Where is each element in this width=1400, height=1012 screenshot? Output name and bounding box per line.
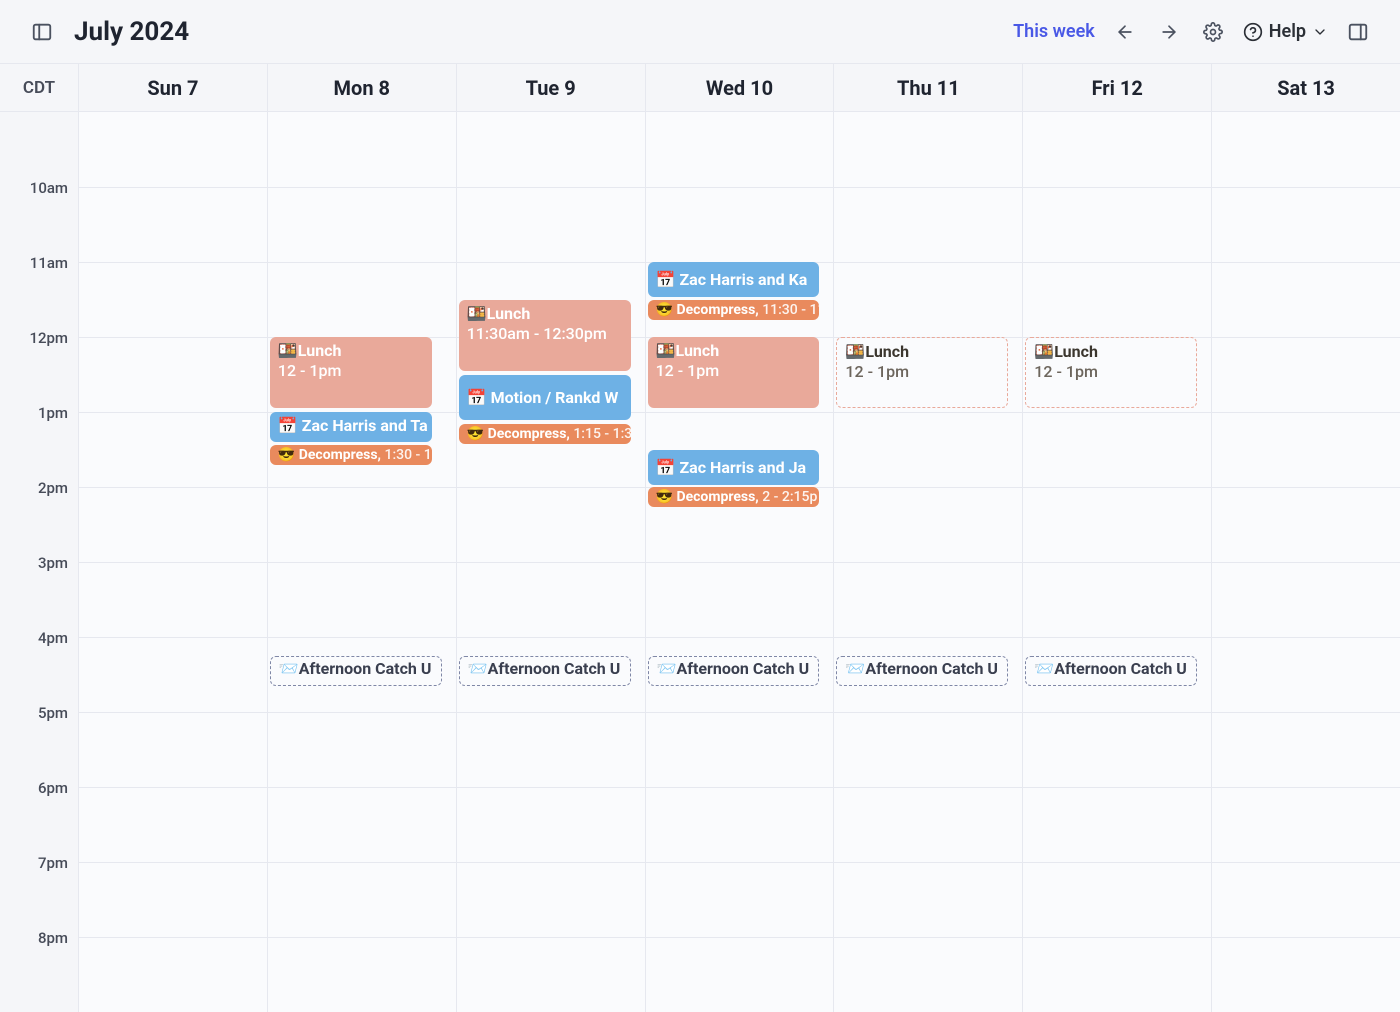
help-label: Help: [1269, 21, 1306, 42]
event-time: 12 - 1pm: [1034, 362, 1188, 382]
day-header-row: CDT Sun 7 Mon 8 Tue 9 Wed 10 Thu 11 Fri …: [0, 64, 1400, 112]
event-decompress-mon[interactable]: 😎 Decompress, 1:30 - 1:4: [270, 445, 432, 465]
panel-left-icon[interactable]: [28, 18, 56, 46]
event-lunch-fri[interactable]: 🍱Lunch 12 - 1pm: [1025, 337, 1197, 408]
event-title: 🍱Lunch: [278, 341, 424, 361]
day-header-mon[interactable]: Mon 8: [267, 64, 456, 111]
event-lunch-thu[interactable]: 🍱Lunch 12 - 1pm: [836, 337, 1008, 408]
event-time: 1:15 - 1:3: [573, 426, 630, 442]
event-title: 🍱Lunch: [845, 342, 999, 362]
hour-label: 6pm: [0, 778, 78, 853]
event-time: 12 - 1pm: [278, 361, 424, 381]
hour-label: [0, 103, 78, 178]
app-header: July 2024 This week Help: [0, 0, 1400, 64]
this-week-button[interactable]: This week: [1013, 21, 1095, 42]
help-button[interactable]: Help: [1243, 21, 1328, 42]
hour-label: 10am: [0, 178, 78, 253]
day-header-wed[interactable]: Wed 10: [645, 64, 834, 111]
settings-button[interactable]: [1199, 18, 1227, 46]
prev-week-button[interactable]: [1111, 18, 1139, 46]
event-time: 12 - 1pm: [656, 361, 812, 381]
event-catchup-thu[interactable]: 📨Afternoon Catch U: [836, 656, 1008, 686]
event-lunch-mon[interactable]: 🍱Lunch 12 - 1pm: [270, 337, 432, 408]
event-title: 📨Afternoon Catch U: [845, 659, 998, 678]
hour-label: 3pm: [0, 553, 78, 628]
event-title: 🍱Lunch: [467, 304, 623, 324]
calendar-grid[interactable]: 10am 11am 12pm 1pm 2pm 3pm 4pm 5pm 6pm 7…: [0, 112, 1400, 1012]
hour-label: 7pm: [0, 853, 78, 928]
event-time: 11:30 - 11: [762, 302, 819, 318]
page-title: July 2024: [74, 17, 189, 47]
event-catchup-mon[interactable]: 📨Afternoon Catch U: [270, 656, 442, 686]
help-icon: [1243, 22, 1263, 42]
event-lunch-tue[interactable]: 🍱Lunch 11:30am - 12:30pm: [459, 300, 631, 371]
hour-label: 8pm: [0, 928, 78, 1003]
event-title: 😎 Decompress,: [278, 447, 381, 463]
day-header-tue[interactable]: Tue 9: [456, 64, 645, 111]
event-title: 📨Afternoon Catch U: [279, 659, 432, 678]
event-title: 🍱Lunch: [656, 341, 812, 361]
event-meeting-wed-1[interactable]: 📅 Zac Harris and Ka: [648, 262, 820, 297]
next-week-button[interactable]: [1155, 18, 1183, 46]
event-time: 12 - 1pm: [845, 362, 999, 382]
event-title: 📅 Zac Harris and Ta: [278, 416, 428, 435]
event-catchup-tue[interactable]: 📨Afternoon Catch U: [459, 656, 631, 686]
chevron-down-icon: [1312, 24, 1328, 40]
event-decompress-tue[interactable]: 😎 Decompress, 1:15 - 1:3: [459, 424, 631, 444]
event-time: 2 - 2:15p: [762, 489, 817, 505]
event-title: 😎 Decompress,: [467, 426, 570, 442]
event-time: 1:30 - 1:4: [384, 447, 431, 463]
event-decompress-wed-1[interactable]: 😎 Decompress, 11:30 - 11: [648, 300, 820, 320]
event-lunch-wed[interactable]: 🍱Lunch 12 - 1pm: [648, 337, 820, 408]
event-meeting-mon[interactable]: 📅 Zac Harris and Ta: [270, 412, 432, 442]
event-title: 📅 Zac Harris and Ka: [656, 270, 808, 290]
header-left: July 2024: [28, 17, 189, 47]
event-catchup-wed[interactable]: 📨Afternoon Catch U: [648, 656, 820, 686]
hour-label: 1pm: [0, 403, 78, 478]
header-right: This week Help: [1013, 18, 1372, 46]
day-header-sat[interactable]: Sat 13: [1211, 64, 1400, 111]
day-header-thu[interactable]: Thu 11: [833, 64, 1022, 111]
day-header-sun[interactable]: Sun 7: [78, 64, 267, 111]
event-title: 🍱Lunch: [1034, 342, 1188, 362]
hour-label: 4pm: [0, 628, 78, 703]
event-title: 📨Afternoon Catch U: [468, 659, 621, 678]
event-title: 😎 Decompress,: [656, 489, 759, 505]
event-decompress-wed-2[interactable]: 😎 Decompress, 2 - 2:15p: [648, 487, 820, 507]
panel-right-icon[interactable]: [1344, 18, 1372, 46]
event-title: 📨Afternoon Catch U: [1034, 659, 1187, 678]
hour-label: 11am: [0, 253, 78, 328]
hour-grid: 10am 11am 12pm 1pm 2pm 3pm 4pm 5pm 6pm 7…: [0, 112, 1400, 1012]
event-title: 📅 Motion / Rankd W: [467, 388, 619, 408]
day-header-fri[interactable]: Fri 12: [1022, 64, 1211, 111]
hour-label: 12pm: [0, 328, 78, 403]
hour-label: 2pm: [0, 478, 78, 553]
event-title: 📅 Zac Harris and Ja: [656, 458, 807, 478]
event-time: 11:30am - 12:30pm: [467, 324, 623, 344]
event-title: 😎 Decompress,: [656, 302, 759, 318]
event-title: 📨Afternoon Catch U: [657, 659, 810, 678]
hour-label: 5pm: [0, 703, 78, 778]
event-meeting-wed-2[interactable]: 📅 Zac Harris and Ja: [648, 450, 820, 485]
event-motion-tue[interactable]: 📅 Motion / Rankd W: [459, 375, 631, 420]
event-catchup-fri[interactable]: 📨Afternoon Catch U: [1025, 656, 1197, 686]
